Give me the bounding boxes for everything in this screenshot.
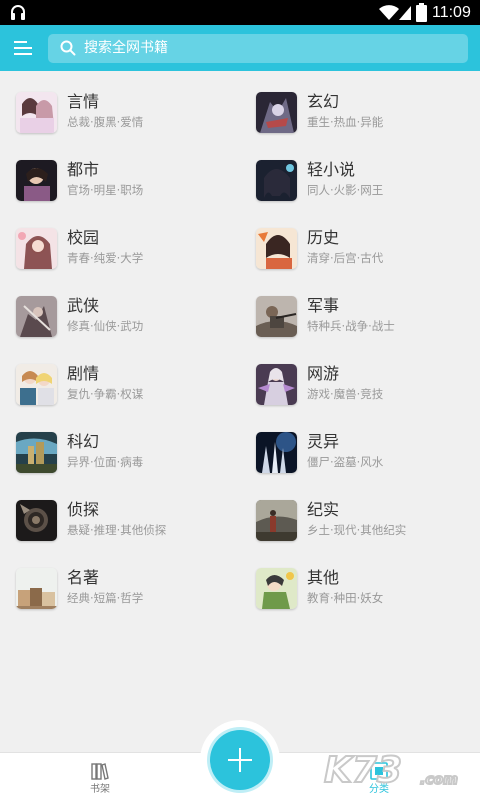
drama-cover-icon — [16, 364, 57, 405]
urban-cover-icon — [16, 160, 57, 201]
category-title: 侦探 — [67, 500, 100, 519]
light-novel-cover-icon — [256, 160, 297, 201]
category-item-documentary[interactable]: 纪实 乡土·现代·其他纪实 — [256, 500, 476, 556]
category-item-campus[interactable]: 校园 青春·纯爱·大学 — [16, 228, 236, 284]
svg-text:.com: .com — [420, 772, 458, 788]
category-subtitle: 清穿·后宫·古代 — [307, 251, 384, 265]
category-subtitle: 修真·仙侠·武功 — [67, 319, 144, 333]
category-title: 武侠 — [67, 296, 100, 315]
tab-bookshelf-label: 书架 — [90, 784, 110, 795]
romance-cover-icon — [16, 92, 57, 133]
category-title: 纪实 — [307, 500, 340, 519]
detective-cover-icon — [16, 500, 57, 541]
bookshelf-icon — [91, 763, 109, 780]
category-title: 军事 — [307, 296, 340, 315]
search-placeholder: 搜索全网书籍 — [84, 40, 168, 56]
category-title: 都市 — [67, 160, 100, 179]
category-subtitle: 同人·火影·网王 — [307, 183, 384, 197]
fantasy-cover-icon — [256, 92, 297, 133]
signal-icon — [399, 6, 411, 20]
history-cover-icon — [256, 228, 297, 269]
category-item-scifi[interactable]: 科幻 异界·位面·病毒 — [16, 432, 236, 488]
category-subtitle: 特种兵·战争·战士 — [307, 319, 395, 333]
category-subtitle: 僵尸·盗墓·风水 — [307, 455, 384, 469]
category-subtitle: 复仇·争霸·权谋 — [67, 387, 144, 401]
category-title: 历史 — [307, 228, 340, 247]
category-item-military[interactable]: 军事 特种兵·战争·战士 — [256, 296, 476, 352]
category-subtitle: 悬疑·推理·其他侦探 — [67, 523, 167, 537]
category-title: 灵异 — [307, 432, 340, 451]
supernatural-cover-icon — [256, 432, 297, 473]
menu-button[interactable] — [12, 37, 34, 59]
category-item-drama[interactable]: 剧情 复仇·争霸·权谋 — [16, 364, 236, 420]
tab-bookshelf[interactable]: 书架 — [55, 753, 145, 800]
category-title: 网游 — [307, 364, 340, 383]
add-button[interactable] — [210, 730, 270, 790]
status-bar: 11:09 — [0, 0, 480, 25]
category-item-wuxia[interactable]: 武侠 修真·仙侠·武功 — [16, 296, 236, 352]
category-subtitle: 乡土·现代·其他纪实 — [307, 523, 407, 537]
category-title: 轻小说 — [307, 160, 356, 179]
category-title: 校园 — [67, 228, 100, 247]
category-item-urban[interactable]: 都市 官场·明星·职场 — [16, 160, 236, 216]
category-item-other[interactable]: 其他 教育·种田·妖女 — [256, 568, 476, 624]
headset-icon — [11, 5, 25, 20]
other-cover-icon — [256, 568, 297, 609]
category-title: 其他 — [307, 568, 340, 587]
category-title: 剧情 — [67, 364, 100, 383]
classics-cover-icon — [16, 568, 57, 609]
svg-text:K73: K73 — [324, 750, 402, 791]
category-item-light-novel[interactable]: 轻小说 同人·火影·网王 — [256, 160, 476, 216]
documentary-cover-icon — [256, 500, 297, 541]
category-title: 名著 — [67, 568, 100, 587]
category-item-online-game[interactable]: 网游 游戏·魔兽·竞技 — [256, 364, 476, 420]
category-subtitle: 异界·位面·病毒 — [67, 455, 144, 469]
category-title: 言情 — [67, 92, 100, 111]
app-bar: 搜索全网书籍 — [0, 25, 480, 71]
military-cover-icon — [256, 296, 297, 337]
category-item-fantasy[interactable]: 玄幻 重生·热血·异能 — [256, 92, 476, 148]
category-item-romance[interactable]: 言情 总裁·腹黑·爱情 — [16, 92, 236, 148]
campus-cover-icon — [16, 228, 57, 269]
category-title: 科幻 — [67, 432, 100, 451]
site-watermark: K73 .com — [323, 749, 459, 792]
search-input[interactable]: 搜索全网书籍 — [48, 34, 468, 63]
menu-icon — [14, 41, 32, 55]
category-item-history[interactable]: 历史 清穿·后宫·古代 — [256, 228, 476, 284]
category-title: 玄幻 — [307, 92, 340, 111]
category-subtitle: 官场·明星·职场 — [67, 183, 144, 197]
wifi-icon — [379, 5, 399, 20]
category-subtitle: 游戏·魔兽·竞技 — [307, 387, 384, 401]
status-time: 11:09 — [432, 4, 471, 21]
battery-icon — [416, 3, 427, 22]
category-subtitle: 重生·热血·异能 — [307, 115, 384, 129]
category-subtitle: 青春·纯爱·大学 — [67, 251, 144, 265]
category-item-classics[interactable]: 名著 经典·短篇·哲学 — [16, 568, 236, 624]
wuxia-cover-icon — [16, 296, 57, 337]
scifi-cover-icon — [16, 432, 57, 473]
search-icon — [60, 40, 76, 56]
category-subtitle: 教育·种田·妖女 — [307, 591, 384, 605]
online-game-cover-icon — [256, 364, 297, 405]
category-subtitle: 经典·短篇·哲学 — [67, 591, 144, 605]
category-subtitle: 总裁·腹黑·爱情 — [67, 115, 144, 129]
category-item-detective[interactable]: 侦探 悬疑·推理·其他侦探 — [16, 500, 236, 556]
category-item-supernatural[interactable]: 灵异 僵尸·盗墓·风水 — [256, 432, 476, 488]
